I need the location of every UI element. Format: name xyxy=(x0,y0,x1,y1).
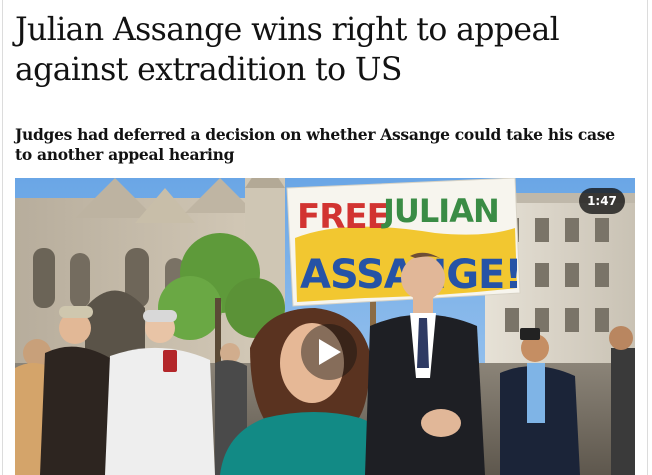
play-button[interactable] xyxy=(301,324,357,380)
page-frame-left-border xyxy=(2,0,3,475)
video-player[interactable]: FREE JULIAN ASSANGE! xyxy=(15,178,635,475)
play-icon xyxy=(319,339,341,365)
placard-text-free: FREE xyxy=(297,197,389,237)
page-frame-right-border xyxy=(647,0,648,475)
placard-text-julian: JULIAN xyxy=(381,192,499,230)
article-headline: Julian Assange wins right to appeal agai… xyxy=(15,12,560,88)
article-standfirst: Judges had deferred a decision on whethe… xyxy=(15,125,615,164)
video-duration-badge: 1:47 xyxy=(579,188,625,214)
